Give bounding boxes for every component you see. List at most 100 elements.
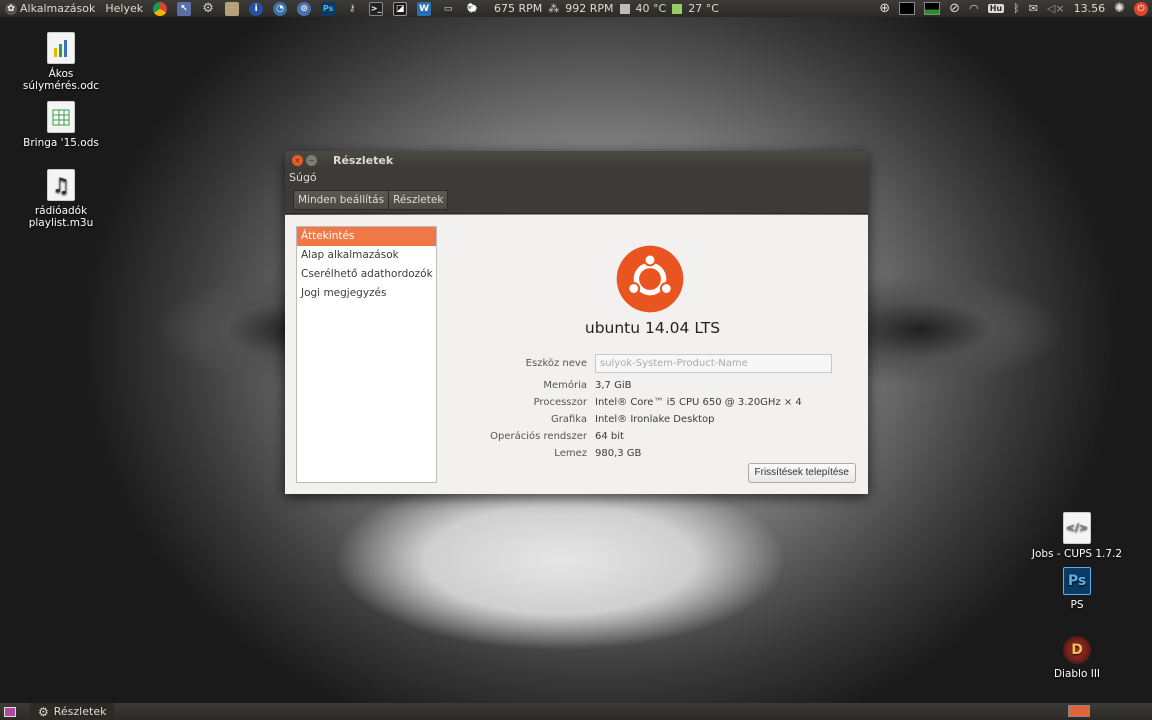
fan1-speed: 675 RPM	[494, 2, 543, 15]
memory-value: 3,7 GiB	[595, 380, 632, 391]
sidebar-item-default-apps[interactable]: Alap alkalmazások	[297, 246, 436, 265]
network-tool-icon[interactable]: ◔	[273, 1, 288, 16]
show-desktop-icon[interactable]	[4, 706, 16, 717]
memory-monitor-graph[interactable]	[924, 2, 941, 15]
breadcrumb-all-settings[interactable]: Minden beállítás	[293, 189, 390, 210]
updates-icon[interactable]: ⊘	[949, 1, 960, 16]
details-window: × − Részletek Súgó Minden beállítás Rész…	[285, 151, 868, 494]
workspace-switcher[interactable]	[1068, 705, 1090, 717]
settings-gear-icon: ⚙	[38, 704, 49, 719]
mouse-settings-icon[interactable]: ↖	[177, 1, 192, 16]
applications-menu-label: Alkalmazások	[20, 2, 96, 15]
desktop-icon-diablo[interactable]: D Diablo III	[1027, 636, 1127, 680]
disk-row: Lemez 980,3 GB	[445, 445, 832, 462]
desktop-icon-ps[interactable]: Ps PS	[1027, 567, 1127, 611]
graphics-row: Grafika Intel® Ironlake Desktop	[445, 411, 832, 428]
power-icon[interactable]: ⏻	[1134, 1, 1148, 16]
processor-row: Processzor Intel® Core™ i5 CPU 650 @ 3.2…	[445, 394, 832, 411]
desktop-icon-cups[interactable]: </> Jobs - CUPS 1.7.2	[1027, 512, 1127, 560]
details-content: Áttekintés Alap alkalmazások Cserélhető …	[285, 215, 868, 494]
top-panel: ✿ Alkalmazások Helyek ↖ ⚙ i ◔ ⊙ Ps ⚷ >_ …	[0, 0, 1152, 17]
minimize-icon[interactable]: −	[306, 154, 317, 166]
html-file-icon: </>	[1063, 512, 1091, 544]
session-settings-icon[interactable]: ✺	[1114, 1, 1125, 16]
desktop-icon-label: Diablo III	[1053, 668, 1101, 680]
gnome-foot-icon: ✿	[5, 2, 17, 15]
help-menu[interactable]: Súgó	[289, 171, 317, 184]
taskbar-item-details[interactable]: ⚙ Részletek	[30, 703, 115, 720]
window-title: Részletek	[333, 153, 394, 167]
fan-icon: ⁂	[548, 2, 560, 15]
close-icon[interactable]: ×	[292, 154, 303, 166]
device-name-field[interactable]: sulyok-System-Product-Name	[595, 354, 832, 373]
writer-icon[interactable]: W	[417, 1, 432, 16]
os-type-label: Operációs rendszer	[490, 431, 587, 442]
memory-label: Memória	[543, 380, 587, 391]
processor-value: Intel® Core™ i5 CPU 650 @ 3.20GHz × 4	[595, 397, 802, 408]
disk-value: 980,3 GB	[595, 448, 642, 459]
desktop-icon-label: Ákos súlymérés.odc	[22, 68, 100, 92]
places-menu-label: Helyek	[105, 2, 144, 15]
bottom-panel: ⚙ Részletek	[0, 703, 1152, 720]
disk-label: Lemez	[554, 448, 587, 459]
board-temp-icon	[672, 3, 683, 14]
scanner-icon[interactable]: ▭	[441, 2, 455, 16]
graphics-label: Grafika	[550, 414, 587, 425]
ubuntu-logo-icon	[616, 245, 684, 313]
mail-icon[interactable]: ✉	[1029, 2, 1038, 15]
window-titlebar[interactable]: × − Részletek	[285, 151, 868, 169]
spreadsheet-file-icon	[47, 101, 75, 133]
os-type-value: 64 bit	[595, 431, 624, 442]
cpu-temp: 40 °C	[635, 2, 667, 15]
sync-icon[interactable]: ⊕	[879, 1, 890, 16]
desktop-icon-odc[interactable]: Ákos súlymérés.odc	[11, 32, 111, 92]
keyboard-layout-indicator[interactable]: Hu	[987, 4, 1005, 13]
desktop-icon-playlist[interactable]: ♫ rádióadók playlist.m3u	[11, 169, 111, 229]
sidebar-item-overview[interactable]: Áttekintés	[297, 227, 436, 246]
workspace-1[interactable]	[1069, 706, 1089, 716]
chart-file-icon	[47, 32, 75, 64]
breadcrumb-details[interactable]: Részletek	[389, 189, 449, 210]
graphics-value: Intel® Ironlake Desktop	[595, 414, 715, 425]
monitor-icon[interactable]: ◪	[393, 1, 408, 16]
cpu-temp-icon	[619, 3, 630, 14]
os-type-row: Operációs rendszer 64 bit	[445, 428, 832, 445]
install-updates-button[interactable]: Frissítések telepítése	[747, 463, 856, 483]
places-menu[interactable]: Helyek	[102, 2, 146, 15]
wifi-icon[interactable]: ◠	[969, 2, 979, 15]
diablo-icon: D	[1063, 636, 1091, 664]
photoshop-icon: Ps	[1063, 567, 1091, 595]
taskbar-item-label: Részletek	[53, 705, 107, 718]
details-sidebar: Áttekintés Alap alkalmazások Cserélhető …	[296, 226, 437, 483]
desktop-icon-ods[interactable]: Bringa '15.ods	[11, 101, 111, 149]
files-icon[interactable]	[225, 1, 240, 16]
clock[interactable]: 13.56	[1074, 2, 1106, 15]
system-info: Eszköz neve sulyok-System-Product-Name M…	[445, 353, 832, 462]
sidebar-item-removable-media[interactable]: Cserélhető adathordozók	[297, 265, 436, 284]
system-tools-icon[interactable]: ⚷	[345, 2, 359, 16]
desktop-icon-label: Bringa '15.ods	[23, 137, 99, 149]
sidebar-item-legal-notice[interactable]: Jogi megjegyzés	[297, 284, 436, 303]
volume-muted-icon[interactable]: ◁×	[1047, 2, 1065, 15]
menubar: Súgó	[285, 169, 868, 186]
fan2-speed: 992 RPM	[565, 2, 614, 15]
device-name-label: Eszköz neve	[525, 358, 587, 369]
applications-menu[interactable]: ✿ Alkalmazások	[2, 2, 98, 15]
terminal-icon[interactable]: >_	[369, 1, 384, 16]
processor-label: Processzor	[533, 397, 587, 408]
photoshop-icon[interactable]: Ps	[321, 1, 336, 16]
sensors-indicator[interactable]: 675 RPM ⁂ 992 RPM 40 °C 27 °C	[494, 2, 719, 15]
cpu-monitor-graph[interactable]	[899, 2, 916, 15]
device-name-row: Eszköz neve sulyok-System-Product-Name	[445, 353, 832, 374]
os-version: ubuntu 14.04 LTS	[584, 319, 721, 337]
desktop-icon-label: PS	[1070, 599, 1084, 611]
bluetooth-icon[interactable]: ᛒ	[1013, 2, 1020, 15]
chrome-icon[interactable]	[153, 1, 168, 16]
desktop-icon-label: rádióadók playlist.m3u	[28, 205, 94, 229]
music-file-icon: ♫	[47, 169, 75, 201]
hardinfo-icon[interactable]: i	[249, 1, 264, 16]
breadcrumb: Minden beállítás Részletek	[285, 186, 868, 214]
pets-app-icon[interactable]: 🐑	[465, 2, 479, 16]
diskutil-icon[interactable]: ⊙	[297, 1, 312, 16]
settings-gear-icon[interactable]: ⚙	[201, 1, 215, 16]
